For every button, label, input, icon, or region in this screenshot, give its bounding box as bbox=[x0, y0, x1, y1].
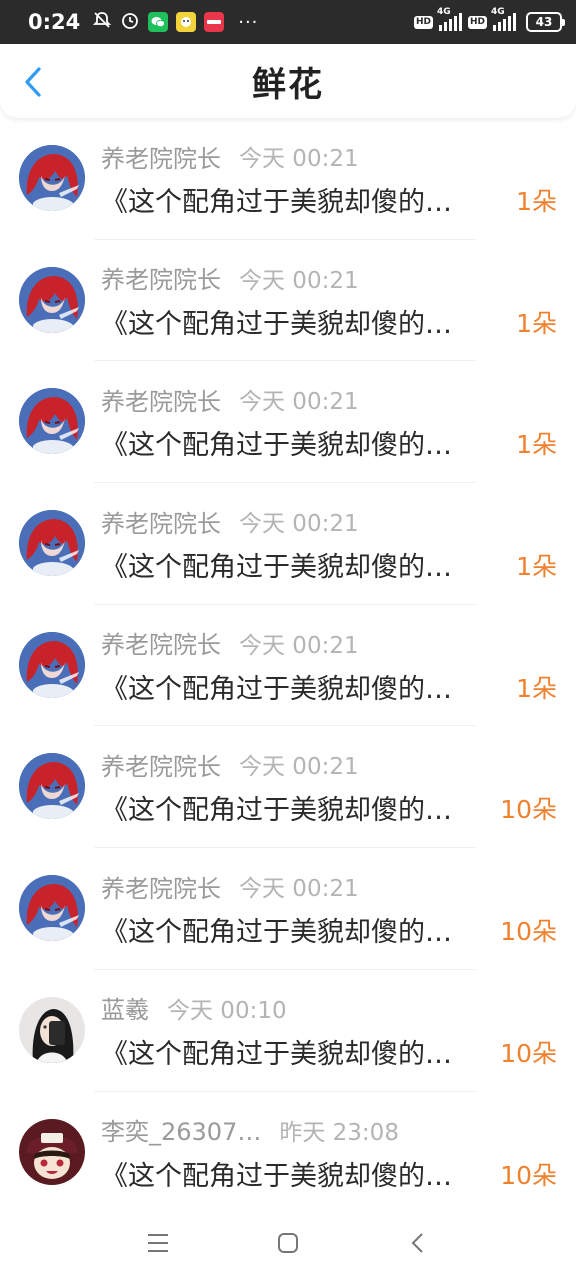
list-item[interactable]: 蓝羲 今天 00:10 《这个配角过于美貌却傻的… 10朵 bbox=[0, 970, 576, 1092]
book-title-text: 《这个配角过于美貌却傻的… bbox=[101, 795, 452, 827]
timestamp: 今天 00:21 bbox=[239, 389, 359, 416]
book-title-text: 《这个配角过于美貌却傻的… bbox=[101, 1038, 452, 1070]
timestamp: 今天 00:21 bbox=[239, 511, 359, 538]
flower-count: 10朵 bbox=[500, 917, 557, 947]
flower-count: 1朵 bbox=[516, 187, 557, 216]
flower-gift-list: 养老院院长 今天 00:21 《这个配角过于美貌却傻的… 1朵 养老院院长 今天 00:2… bbox=[0, 118, 576, 1214]
battery-icon: 43 bbox=[526, 12, 565, 32]
sender-line: 养老院院长 今天 00:21 bbox=[101, 139, 359, 174]
book-title-text: 《这个配角过于美貌却傻的… bbox=[101, 308, 452, 340]
avatar[interactable] bbox=[19, 145, 85, 211]
flower-count: 1朵 bbox=[516, 673, 557, 703]
user-name[interactable]: 养老院院长 bbox=[101, 625, 221, 660]
timestamp: 今天 00:21 bbox=[239, 146, 359, 172]
system-nav-bar bbox=[0, 1206, 576, 1280]
sender-line: 养老院院长 今天 00:21 bbox=[101, 504, 359, 539]
user-name[interactable]: 养老院院长 bbox=[101, 139, 221, 174]
news-icon bbox=[204, 12, 225, 32]
timestamp: 今天 00:10 bbox=[167, 997, 287, 1024]
list-item[interactable]: 养老院院长 今天 00:21 《这个配角过于美貌却傻的… 10朵 bbox=[0, 726, 576, 849]
sender-line: 养老院院长 今天 00:21 bbox=[101, 262, 359, 294]
timestamp: 昨天 23:08 bbox=[279, 1119, 399, 1146]
back-triangle-icon bbox=[411, 1233, 423, 1253]
menu-button[interactable] bbox=[143, 1228, 173, 1258]
top-app-bar: 鲜花 bbox=[0, 44, 576, 118]
sender-line: 养老院院长 今天 00:21 bbox=[101, 747, 359, 782]
avatar[interactable] bbox=[19, 266, 85, 333]
user-name[interactable]: 养老院院长 bbox=[101, 869, 221, 904]
book-title-text: 《这个配角过于美貌却傻的… bbox=[101, 552, 452, 584]
signal-icon-2: 4G bbox=[491, 7, 516, 31]
book-title-text: 《这个配角过于美貌却傻的… bbox=[101, 187, 452, 218]
timestamp: 今天 00:21 bbox=[239, 876, 359, 903]
timestamp: 今天 00:21 bbox=[239, 754, 359, 781]
more-notifications-icon: ··· bbox=[238, 11, 259, 33]
avatar[interactable] bbox=[19, 875, 85, 942]
status-bar: 0:24 ··· HD 4G HD 4G 43 bbox=[0, 0, 576, 44]
battery-level: 43 bbox=[535, 15, 553, 29]
notification-icons: ··· bbox=[92, 10, 258, 34]
back-button[interactable] bbox=[18, 64, 48, 100]
timestamp: 今天 00:21 bbox=[239, 267, 359, 294]
menu-icon bbox=[148, 1234, 168, 1252]
user-name[interactable]: 养老院院长 bbox=[101, 382, 221, 417]
avatar[interactable] bbox=[19, 510, 85, 577]
list-item[interactable]: 养老院院长 今天 00:21 《这个配角过于美貌却傻的… 1朵 bbox=[0, 118, 576, 240]
list-item[interactable]: 养老院院长 今天 00:21 《这个配角过于美貌却傻的… 1朵 bbox=[0, 605, 576, 727]
hd-badge-2: HD bbox=[467, 15, 487, 29]
avatar[interactable] bbox=[19, 996, 85, 1063]
home-square-icon bbox=[278, 1233, 298, 1253]
wechat-icon bbox=[148, 12, 169, 32]
sender-line: 李奕_26307… 昨天 23:08 bbox=[101, 1114, 399, 1146]
sender-line: 养老院院长 今天 00:21 bbox=[101, 627, 359, 659]
mute-icon bbox=[92, 10, 112, 34]
alarm-icon bbox=[120, 10, 140, 34]
avatar[interactable] bbox=[19, 388, 85, 455]
list-item[interactable]: 养老院院长 今天 00:21 《这个配角过于美貌却傻的… 1朵 bbox=[0, 240, 576, 362]
flower-count: 1朵 bbox=[516, 308, 557, 338]
hd-badge: HD bbox=[413, 15, 433, 29]
signal-icon: 4G bbox=[437, 7, 462, 31]
user-name[interactable]: 蓝羲 bbox=[101, 990, 149, 1025]
status-time: 0:24 bbox=[28, 10, 81, 34]
list-item[interactable]: 李奕_26307… 昨天 23:08 《这个配角过于美貌却傻的… 10朵 bbox=[0, 1092, 576, 1214]
book-title-text: 《这个配角过于美貌却傻的… bbox=[101, 430, 452, 462]
user-name[interactable]: 李奕_26307… bbox=[101, 1112, 261, 1147]
flower-count: 10朵 bbox=[500, 795, 557, 825]
user-name[interactable]: 养老院院长 bbox=[101, 504, 221, 539]
user-name[interactable]: 养老院院长 bbox=[101, 747, 221, 782]
avatar[interactable] bbox=[19, 753, 85, 820]
flower-count: 1朵 bbox=[516, 430, 557, 460]
sender-line: 蓝羲 今天 00:10 bbox=[101, 992, 287, 1024]
list-item[interactable]: 养老院院长 今天 00:21 《这个配角过于美貌却傻的… 1朵 bbox=[0, 483, 576, 605]
avatar[interactable] bbox=[19, 1118, 85, 1185]
sender-line: 养老院院长 今天 00:21 bbox=[101, 382, 359, 417]
chevron-left-icon bbox=[25, 67, 41, 97]
user-name[interactable]: 养老院院长 bbox=[101, 260, 221, 295]
back-nav-button[interactable] bbox=[403, 1228, 433, 1258]
book-title-text: 《这个配角过于美貌却傻的… bbox=[101, 673, 452, 705]
book-title-text: 《这个配角过于美貌却傻的… bbox=[101, 1160, 452, 1192]
avatar[interactable] bbox=[19, 631, 85, 698]
page-title: 鲜花 bbox=[252, 64, 324, 105]
flower-count: 10朵 bbox=[500, 1038, 557, 1068]
app-icon bbox=[176, 12, 197, 32]
list-item[interactable]: 养老院院长 今天 00:21 《这个配角过于美貌却傻的… 1朵 bbox=[0, 361, 576, 484]
list-item[interactable]: 养老院院长 今天 00:21 《这个配角过于美貌却傻的… 10朵 bbox=[0, 848, 576, 970]
flower-count: 10朵 bbox=[500, 1160, 557, 1190]
flower-count: 1朵 bbox=[516, 552, 557, 582]
sender-line: 养老院院长 今天 00:21 bbox=[101, 869, 359, 904]
system-indicators: HD 4G HD 4G 43 bbox=[413, 7, 565, 32]
timestamp: 今天 00:21 bbox=[239, 632, 359, 659]
book-title-text: 《这个配角过于美貌却傻的… bbox=[101, 917, 452, 949]
home-button[interactable] bbox=[273, 1228, 303, 1258]
